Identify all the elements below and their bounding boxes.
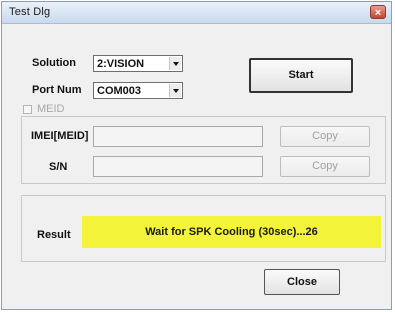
window-close-icon[interactable]: × [370,5,386,19]
result-status-message: Wait for SPK Cooling (30sec)...26 [82,216,381,248]
copy-imei-button[interactable]: Copy [280,126,370,147]
copy-sn-button[interactable]: Copy [280,156,370,177]
close-button[interactable]: Close [264,269,340,295]
port-num-label: Port Num [32,84,82,96]
port-num-select[interactable]: COM003 [93,82,183,99]
solution-label: Solution [32,57,76,69]
test-dialog-window: Test Dlg × Solution 2:VISION Port Num CO… [1,1,392,310]
solution-select[interactable]: 2:VISION [93,55,183,72]
imei-field[interactable] [93,126,263,147]
chevron-down-icon[interactable] [169,57,181,70]
start-button[interactable]: Start [249,58,353,93]
solution-select-value: 2:VISION [97,58,145,70]
result-label: Result [37,229,71,241]
window-title: Test Dlg [9,6,51,18]
sn-label: S/N [49,161,68,173]
chevron-down-icon[interactable] [169,84,181,97]
title-bar[interactable]: Test Dlg × [2,2,391,24]
meid-checkbox[interactable] [23,105,32,114]
imei-label: IMEI[MEID] [31,130,89,142]
meid-checkbox-label: MEID [37,103,65,115]
sn-field[interactable] [93,156,263,177]
port-num-select-value: COM003 [97,85,142,97]
